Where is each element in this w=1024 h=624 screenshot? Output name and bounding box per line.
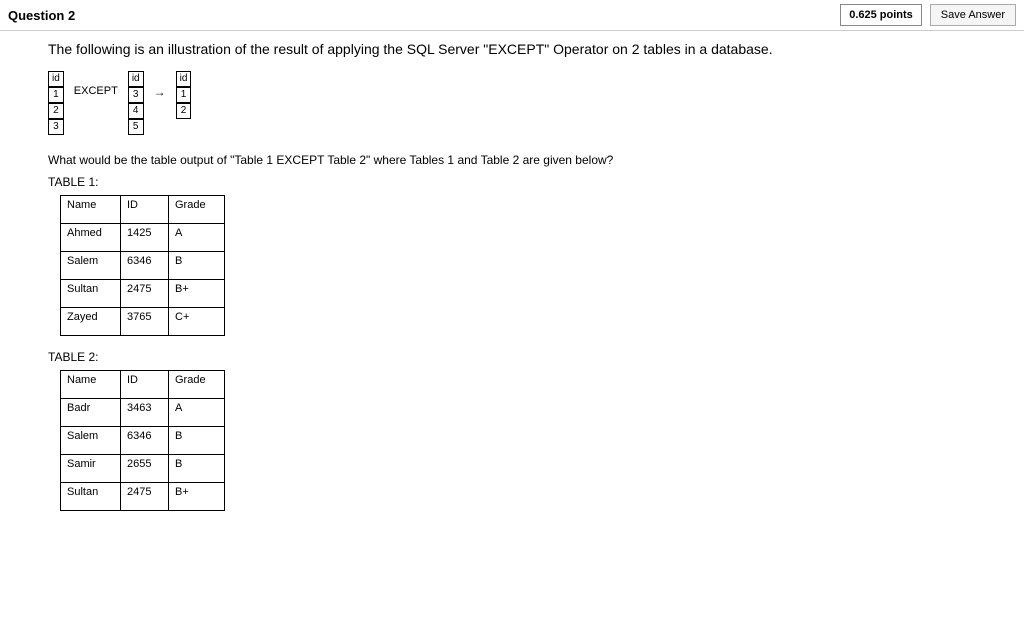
mini-cell: 3	[48, 119, 64, 135]
cell-id: 6346	[121, 427, 169, 455]
except-operator: EXCEPT	[70, 83, 122, 99]
intro-text: The following is an illustration of the …	[48, 41, 976, 57]
mini-cell: 1	[176, 87, 192, 103]
mini-cell: 4	[128, 103, 144, 119]
cell-name: Salem	[61, 427, 121, 455]
prompt-text: What would be the table output of "Table…	[48, 153, 976, 167]
cell-id: 1425	[121, 224, 169, 252]
table-header-row: Name ID Grade	[61, 196, 225, 224]
table1: Name ID Grade Ahmed 1425 A Salem 6346 B …	[60, 195, 225, 336]
table2: Name ID Grade Badr 3463 A Salem 6346 B S…	[60, 370, 225, 511]
cell-id: 2475	[121, 483, 169, 511]
table2-label: TABLE 2:	[48, 350, 976, 364]
cell-grade: A	[169, 224, 225, 252]
cell-name: Zayed	[61, 308, 121, 336]
table1-label: TABLE 1:	[48, 175, 976, 189]
cell-name: Sultan	[61, 280, 121, 308]
mini-header: id	[48, 71, 64, 87]
points-box: 0.625 points	[840, 4, 922, 26]
col-header-id: ID	[121, 371, 169, 399]
cell-grade: B	[169, 455, 225, 483]
illustration-table-result: id 1 2	[176, 71, 192, 119]
table-row: Sultan 2475 B+	[61, 483, 225, 511]
cell-id: 2475	[121, 280, 169, 308]
illustration-table-a: id 1 2 3	[48, 71, 64, 135]
col-header-name: Name	[61, 196, 121, 224]
cell-name: Badr	[61, 399, 121, 427]
mini-cell: 3	[128, 87, 144, 103]
question-title: Question 2	[8, 8, 75, 23]
col-header-name: Name	[61, 371, 121, 399]
header-right: 0.625 points Save Answer	[840, 4, 1016, 26]
cell-name: Salem	[61, 252, 121, 280]
table-row: Salem 6346 B	[61, 252, 225, 280]
col-header-grade: Grade	[169, 196, 225, 224]
cell-id: 3463	[121, 399, 169, 427]
table-row: Samir 2655 B	[61, 455, 225, 483]
cell-name: Ahmed	[61, 224, 121, 252]
table-row: Zayed 3765 C+	[61, 308, 225, 336]
table-row: Ahmed 1425 A	[61, 224, 225, 252]
col-header-id: ID	[121, 196, 169, 224]
table-header-row: Name ID Grade	[61, 371, 225, 399]
question-content: The following is an illustration of the …	[0, 41, 1024, 511]
table-row: Sultan 2475 B+	[61, 280, 225, 308]
save-answer-button[interactable]: Save Answer	[930, 4, 1016, 26]
cell-grade: B+	[169, 280, 225, 308]
mini-header: id	[128, 71, 144, 87]
cell-grade: C+	[169, 308, 225, 336]
cell-id: 2655	[121, 455, 169, 483]
question-header: Question 2 0.625 points Save Answer	[0, 0, 1024, 31]
mini-cell: 2	[176, 103, 192, 119]
col-header-grade: Grade	[169, 371, 225, 399]
mini-cell: 1	[48, 87, 64, 103]
mini-cell: 5	[128, 119, 144, 135]
mini-header: id	[176, 71, 192, 87]
arrow-icon: →	[150, 83, 170, 101]
cell-name: Samir	[61, 455, 121, 483]
cell-grade: B+	[169, 483, 225, 511]
cell-grade: B	[169, 252, 225, 280]
illustration-table-b: id 3 4 5	[128, 71, 144, 135]
table-row: Badr 3463 A	[61, 399, 225, 427]
mini-cell: 2	[48, 103, 64, 119]
cell-id: 6346	[121, 252, 169, 280]
cell-grade: B	[169, 427, 225, 455]
table-row: Salem 6346 B	[61, 427, 225, 455]
cell-id: 3765	[121, 308, 169, 336]
except-illustration: id 1 2 3 EXCEPT id 3 4 5 → id 1 2	[48, 71, 976, 135]
cell-grade: A	[169, 399, 225, 427]
cell-name: Sultan	[61, 483, 121, 511]
